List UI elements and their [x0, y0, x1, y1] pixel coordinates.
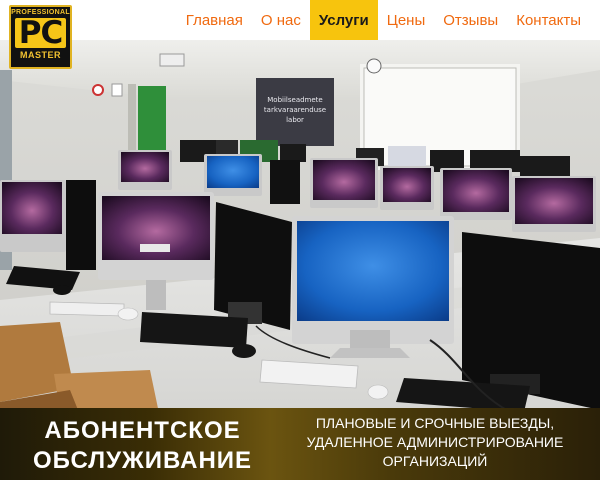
header: Главная О нас Услуги Цены Отзывы Контакт… — [0, 0, 600, 40]
main-nav: Главная О нас Услуги Цены Отзывы Контакт… — [177, 0, 590, 40]
banner-subtitle-line-1: ПЛАНОВЫЕ И СРОЧНЫЕ ВЫЕЗДЫ, — [315, 415, 555, 431]
logo[interactable]: PROFESSIONAL PC MASTER — [9, 5, 72, 69]
logo-pc-text: PC — [15, 18, 66, 49]
nav-item-home[interactable]: Главная — [177, 0, 252, 40]
banner-subtitle-line-2: УДАЛЕННОЕ АДМИНИСТРИРОВАНИЕ — [306, 434, 564, 450]
nav-item-reviews[interactable]: Отзывы — [434, 0, 507, 40]
whiteboard-line-1: Mobiilseadmete — [267, 96, 322, 104]
banner-title-line-1: АБОНЕНТСКОЕ — [44, 417, 241, 444]
banner-title-line-2: ОБСЛУЖИВАНИЕ — [32, 447, 253, 474]
banner-subtitle-line-3: ОРГАНИЗАЦИЙ — [382, 453, 488, 469]
nav-item-about[interactable]: О нас — [252, 0, 310, 40]
nav-item-services[interactable]: Услуги — [309, 0, 378, 40]
whiteboard-line-3: labor — [286, 116, 304, 124]
banner-subtitle: ПЛАНОВЫЕ И СРОЧНЫЕ ВЫЕЗДЫ, УДАЛЕННОЕ АДМ… — [285, 408, 600, 480]
logo-bottom-text: MASTER — [20, 50, 61, 60]
promo-banner: АБОНЕНТСКОЕ ОБСЛУЖИВАНИЕ ПЛАНОВЫЕ И СРОЧ… — [0, 408, 600, 480]
nav-item-contacts[interactable]: Контакты — [507, 0, 590, 40]
nav-item-prices[interactable]: Цены — [378, 0, 435, 40]
whiteboard-line-2: tarkvaraarenduse — [264, 106, 326, 114]
banner-title: АБОНЕНТСКОЕ ОБСЛУЖИВАНИЕ — [0, 408, 285, 480]
page: Mobiilseadmete tarkvaraarenduse labor Гл… — [0, 0, 600, 480]
